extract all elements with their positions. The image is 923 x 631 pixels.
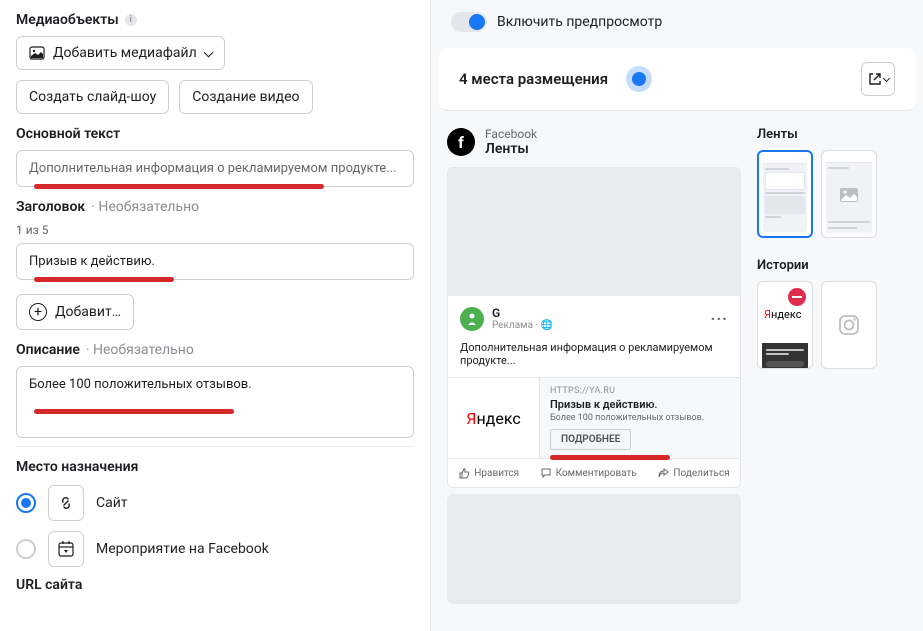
story-thumb-instagram[interactable] xyxy=(821,281,877,369)
feed-thumb-facebook[interactable] xyxy=(757,150,813,238)
radio-unselected[interactable] xyxy=(16,539,36,559)
destination-label: Место назначения xyxy=(16,459,414,475)
plus-icon: + xyxy=(29,303,47,321)
preview-toggle[interactable] xyxy=(451,12,487,32)
feed-thumb-instagram[interactable] xyxy=(821,150,877,238)
radio-selected[interactable] xyxy=(16,493,36,513)
preview-toggle-label: Включить предпросмотр xyxy=(497,14,662,30)
headline-counter: 1 из 5 xyxy=(16,223,414,237)
media-objects-text: Медиаобъекты xyxy=(16,12,119,28)
platform-name: Facebook xyxy=(485,127,537,141)
ad-body-text: Дополнительная информация о рекламируемо… xyxy=(448,337,740,377)
preview-main: f Facebook Ленты G Реклама · 🌐 ··· xyxy=(447,127,741,604)
main-text-input[interactable]: Дополнительная информация о рекламируемо… xyxy=(16,150,414,187)
fb-event-label: Мероприятие на Facebook xyxy=(96,541,269,557)
main-text-label: Основной текст xyxy=(16,126,414,142)
image-icon xyxy=(29,45,45,61)
like-button[interactable]: Нравится xyxy=(458,467,519,479)
advertiser-name: G xyxy=(492,306,553,320)
ad-bottom-placeholder xyxy=(447,494,741,604)
annotation-redline xyxy=(34,409,234,414)
notification-dot xyxy=(632,72,646,86)
ad-cta-button[interactable]: ПОДРОБНЕЕ xyxy=(550,429,631,450)
chevron-down-icon xyxy=(882,74,889,81)
placements-count: 4 места размещения xyxy=(459,70,608,88)
link-icon xyxy=(48,485,84,521)
annotation-redline xyxy=(34,184,324,189)
stories-section-label: Истории xyxy=(757,258,907,273)
comment-icon xyxy=(540,467,552,479)
info-icon[interactable]: i xyxy=(125,14,137,26)
share-preview-button[interactable] xyxy=(861,62,895,96)
add-media-button[interactable]: Добавить медиафайл xyxy=(16,36,225,70)
facebook-icon: f xyxy=(447,128,475,156)
preview-sidebar: Ленты xyxy=(757,127,907,604)
ad-preview-card: G Реклама · 🌐 ··· Дополнительная информа… xyxy=(447,167,741,488)
placements-bar: 4 места размещения xyxy=(439,48,915,111)
create-slideshow-button[interactable]: Создать слайд-шоу xyxy=(16,80,169,114)
external-link-icon xyxy=(868,72,882,86)
annotation-redline xyxy=(34,277,174,282)
ad-editor-panel: Медиаобъекты i Добавить медиафайл Создат… xyxy=(0,0,430,631)
ad-description: Более 100 положительных отзывов. xyxy=(550,413,730,423)
placement-name: Ленты xyxy=(485,141,537,157)
ad-brand-image: Яндекс xyxy=(448,378,540,458)
forbidden-icon xyxy=(788,288,806,306)
destination-website-radio[interactable]: Сайт xyxy=(16,485,414,521)
image-icon xyxy=(839,187,859,203)
description-label: Описание · Необязательно xyxy=(16,342,414,358)
headline-label: Заголовок · Необязательно xyxy=(16,199,414,215)
sponsored-label: Реклама · 🌐 xyxy=(492,320,553,331)
annotation-redline xyxy=(550,455,670,460)
preview-header: f Facebook Ленты xyxy=(447,127,741,157)
calendar-icon xyxy=(48,531,84,567)
instagram-icon xyxy=(826,286,872,364)
url-label: URL сайта xyxy=(16,577,414,593)
ad-domain: HTTPS://YA.RU xyxy=(550,386,730,396)
advertiser-avatar xyxy=(460,307,484,331)
ad-menu-dots[interactable]: ··· xyxy=(711,309,728,328)
ad-top-placeholder xyxy=(448,168,740,296)
like-icon xyxy=(458,467,470,479)
preview-toggle-row: Включить предпросмотр xyxy=(431,0,923,48)
create-video-button[interactable]: Создание видео xyxy=(179,80,312,114)
optional-text: · Необязательно xyxy=(91,199,199,215)
preview-panel: Включить предпросмотр 4 места размещения… xyxy=(430,0,923,631)
media-objects-label: Медиаобъекты i xyxy=(16,12,414,28)
description-text: Описание xyxy=(16,342,80,358)
website-label: Сайт xyxy=(96,495,128,511)
story-thumb-facebook[interactable]: Яндекс xyxy=(757,281,813,369)
add-headline-button[interactable]: + Добавит… xyxy=(16,294,134,330)
add-label: Добавит… xyxy=(55,304,121,320)
comment-button[interactable]: Комментировать xyxy=(540,467,637,479)
feeds-section-label: Ленты xyxy=(757,127,907,142)
description-input[interactable]: Более 100 положительных отзывов. xyxy=(16,366,414,438)
destination-fb-event-radio[interactable]: Мероприятие на Facebook xyxy=(16,531,414,567)
share-icon xyxy=(657,467,669,479)
add-media-label: Добавить медиафайл xyxy=(53,45,197,61)
share-button[interactable]: Поделиться xyxy=(657,467,729,479)
ad-link-preview: Яндекс HTTPS://YA.RU Призыв к действию. … xyxy=(448,377,740,458)
optional-text: · Необязательно xyxy=(86,342,194,358)
headline-input[interactable]: Призыв к действию. xyxy=(16,243,414,280)
headline-text: Заголовок xyxy=(16,199,85,215)
ad-title: Призыв к действию. xyxy=(550,398,730,411)
chevron-down-icon xyxy=(203,47,213,57)
